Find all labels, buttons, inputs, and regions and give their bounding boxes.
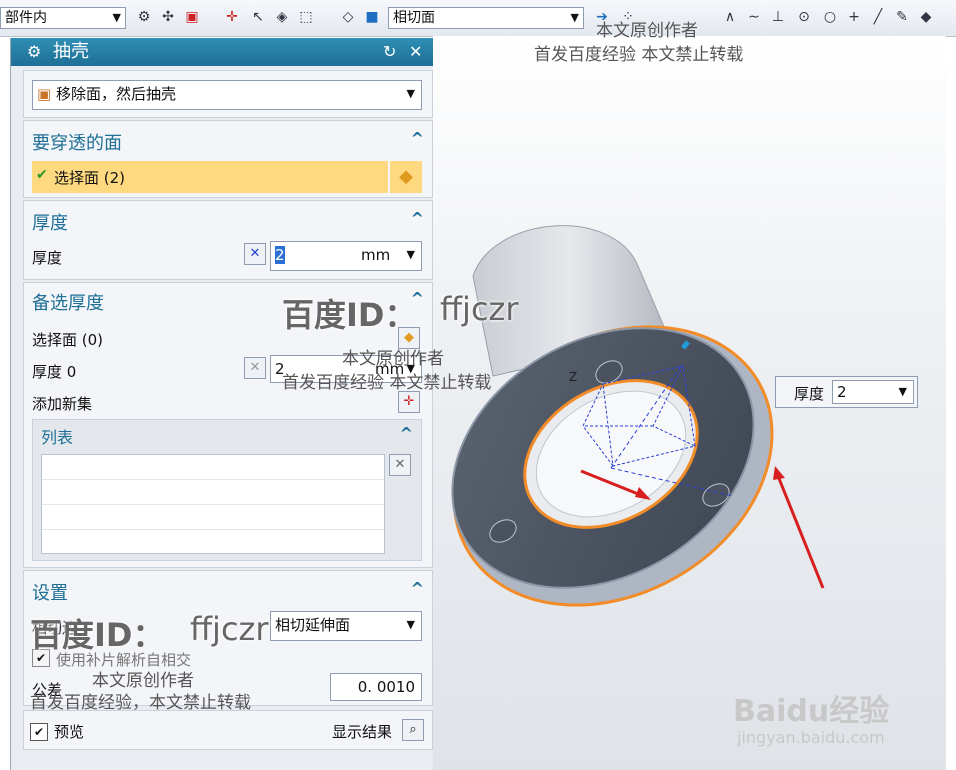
chevron-down-icon: ▼ [898,385,907,398]
circle-center-icon[interactable]: ⊙ [796,9,812,25]
reverse-direction-icon[interactable]: ✕ [244,243,266,265]
alt-thickness-header: 备选厚度 [32,293,104,314]
perpendicular-icon[interactable]: ⊥ [770,9,786,25]
check-icon: ✔ [36,167,48,183]
thickness-value: 2 [275,246,285,264]
watermark-id-label: 百度ID： [30,616,165,654]
select-face-label: 选择面 (2) [54,169,126,187]
scope-value: 部件内 [5,10,47,26]
type-section: ▣ 移除面，然后抽壳 ▼ [23,70,433,118]
add-set-icon[interactable]: ✛ [398,391,420,413]
plus-icon[interactable]: + [846,9,862,25]
floating-thickness-label: 厚度 [794,385,825,403]
preview-checkbox[interactable]: ✔ [30,723,48,741]
graphics-viewport[interactable]: Z 厚度 2 ▼ Baidu经验 jingyan.baidu.com [433,36,946,770]
floating-thickness-field[interactable]: 2 ▼ [832,380,914,404]
tangent-edge-value: 相切延伸面 [275,616,351,634]
add-set-label: 添加新集 [32,395,93,413]
dialog-title: 抽壳 [53,41,89,62]
dialog-title-bar: ⚙ 抽壳 ↻ ✕ [11,38,433,66]
line-icon[interactable]: ╱ [870,9,886,25]
eraser-icon[interactable]: ◇ [340,9,356,25]
watermark-id-value: ffjczr [440,290,519,328]
cross-snap-icon[interactable]: ✛ [224,9,240,25]
shell-type-dropdown[interactable]: ▣ 移除面，然后抽壳 ▼ [32,80,422,110]
lasso-icon[interactable]: ◈ [274,9,290,25]
snap-dropdown[interactable]: 相切面 ▼ [388,7,584,29]
face-select-cube-icon[interactable]: ◆ [390,161,422,193]
faces-header: 要穿透的面 [32,133,122,154]
preview-section: ✔ 预览 显示结果 ⌕ [23,710,433,750]
cube-icon[interactable]: ■ [364,9,380,25]
list-box[interactable] [41,454,385,554]
thickness-input[interactable]: 2 mm ▼ [270,241,422,271]
close-icon[interactable]: ✕ [409,38,422,66]
cube-icon: ▣ [37,85,56,103]
reset-icon[interactable]: ↻ [383,38,396,66]
snap-value: 相切面 [393,10,435,26]
circle-icon[interactable]: ○ [822,9,838,25]
collapse-icon[interactable]: ^ [411,209,424,228]
list-panel: 列表 ^ ✕ [32,419,422,561]
chevron-down-icon: ▼ [112,11,121,24]
select-box-icon[interactable]: ▣ [184,9,200,25]
snap-point-icon[interactable]: ✣ [160,9,176,25]
thickness-section: 厚度 ^ 厚度 ✕ 2 mm ▼ [23,200,433,280]
tangent-edge-dropdown[interactable]: 相切延伸面 ▼ [270,611,422,641]
thickness-unit: mm [361,246,391,264]
floating-thickness-value: 2 [837,383,847,401]
gear-icon[interactable]: ⚙ [27,38,41,66]
thickness-header: 厚度 [32,213,68,234]
bolt-icon[interactable]: ✎ [894,9,910,25]
baidu-url: jingyan.baidu.com [737,728,885,747]
magnifier-icon[interactable]: ⌕ [402,719,424,741]
tolerance-input[interactable]: 0. 0010 [330,673,422,701]
list-header: 列表 [41,428,74,447]
thickness-label: 厚度 [32,249,63,267]
chevron-down-icon: ▼ [406,618,415,631]
filter-icon[interactable]: ⚙ [136,9,152,25]
collapse-icon[interactable]: ^ [400,424,413,443]
watermark-id-label: 百度ID： [282,296,417,334]
chevron-down-icon: ▼ [570,11,579,24]
watermark-notice: 首发百度经验 本文禁止转载 [282,373,492,393]
collapse-icon[interactable]: ^ [411,579,424,598]
delete-icon[interactable]: ✕ [389,454,411,476]
pointer-icon[interactable]: ↖ [250,9,266,25]
list-item[interactable] [42,480,384,505]
watermark-notice: 首发百度经验 本文禁止转载 [534,45,744,65]
shell-type-value: 移除面，然后抽壳 [55,85,176,103]
collapse-icon[interactable]: ^ [411,129,424,148]
show-result-label: 显示结果 [332,723,393,741]
list-item[interactable] [42,505,384,530]
spline-icon[interactable]: ∼ [746,9,762,25]
preview-label: 预览 [54,723,85,741]
scope-dropdown[interactable]: 部件内 ▼ [0,7,126,29]
red-arrow [776,475,825,589]
list-item[interactable] [42,455,384,480]
floating-thickness-input[interactable]: 厚度 2 ▼ [775,376,918,408]
polyline-icon[interactable]: ∧ [722,9,738,25]
select-face-row[interactable]: ✔ 选择面 (2) [32,161,388,193]
axis-z-label: Z [569,370,578,384]
watermark-author: 本文原创作者 [596,21,698,41]
watermark-notice: 首发百度经验，本文禁止转载 [30,693,251,713]
baidu-logo: Baidu经验 [733,694,890,729]
top-toolbar: 部件内 ▼ ⚙ ✣ ▣ ✛ ↖ ◈ ⬚ ◇ ■ 相切面 ▼ ➔ ⁘ ∧ ∼ ⊥ … [0,0,956,37]
rectangle-select-icon[interactable]: ⬚ [298,9,314,25]
diamond-icon[interactable]: ◆ [918,9,934,25]
chevron-down-icon: ▼ [406,248,415,261]
watermark-id-value: ffjczr [190,610,269,648]
chevron-down-icon: ▼ [406,87,415,100]
watermark-author: 本文原创作者 [342,349,444,369]
alt-reverse-direction-icon[interactable]: ✕ [244,357,266,379]
settings-header: 设置 [32,583,68,604]
alt-thickness-label: 厚度 0 [32,363,77,381]
tolerance-value: 0. 0010 [357,678,415,696]
faces-section: 要穿透的面 ^ ✔ 选择面 (2) ◆ [23,120,433,198]
shell-dialog: ⚙ 抽壳 ↻ ✕ ▣ 移除面，然后抽壳 ▼ 要穿透的面 ^ ✔ 选择面 (2) … [10,38,433,770]
alt-select-face-label: 选择面 (0) [32,331,104,349]
